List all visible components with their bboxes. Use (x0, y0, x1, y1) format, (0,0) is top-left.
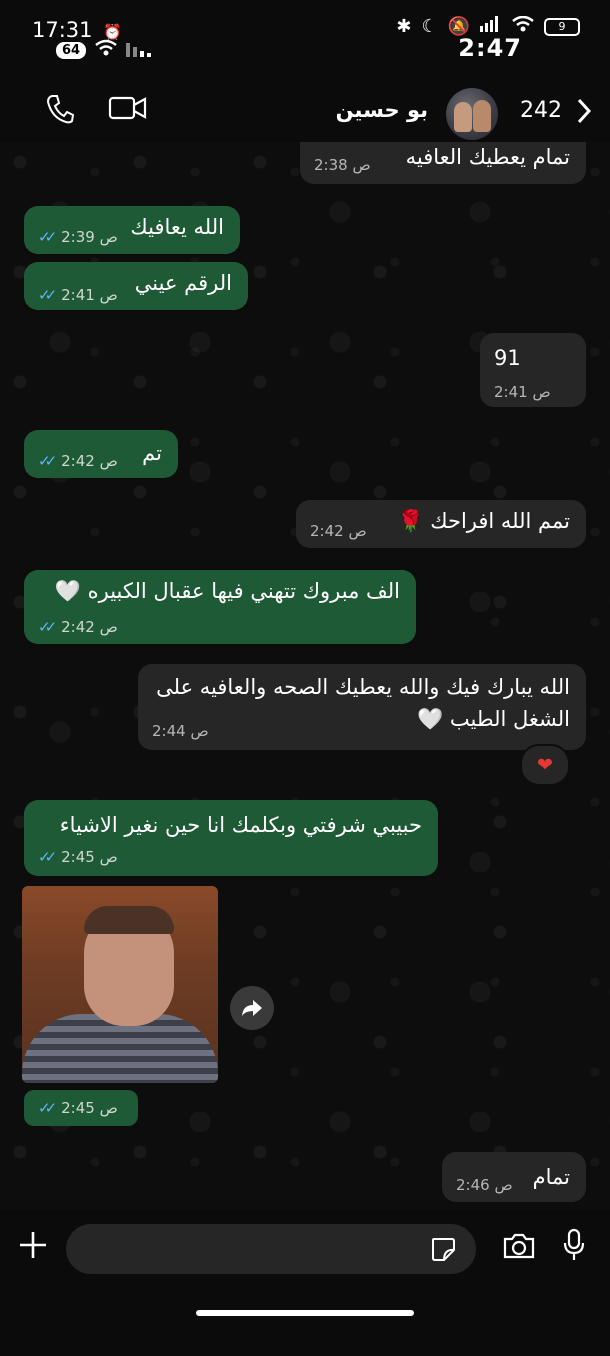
battery-icon: 9 (544, 17, 580, 36)
unread-count[interactable]: 242 (520, 98, 562, 123)
status-left: 17:31 ⏰ 64 (32, 18, 152, 59)
signal-icon (126, 38, 156, 62)
plus-icon[interactable] (18, 1230, 48, 1264)
message-bubble[interactable]: تم ✓✓ 2:42 ص (24, 430, 178, 478)
message-meta: ✓✓ 2:39 ص (38, 228, 118, 246)
message-text: تم (142, 441, 162, 465)
status-time-right: 2:47 (458, 34, 522, 62)
image-message[interactable] (22, 886, 218, 1083)
status-badge: 64 (56, 41, 87, 59)
sticker-icon[interactable] (430, 1236, 456, 1266)
message-meta: ✓✓ 2:45 ص (38, 848, 118, 866)
message-bubble[interactable]: تمام 2:46 ص (442, 1152, 586, 1202)
message-bubble[interactable]: تمام يعطيك العافيه 2:38 ص (300, 142, 586, 184)
message-text: الله يعافيك (130, 215, 224, 239)
moon-icon: ☾ (421, 16, 438, 37)
message-time: 2:39 ص (61, 228, 118, 246)
read-tick-icon: ✓✓ (38, 618, 57, 636)
message-meta: ✓✓ 2:42 ص (38, 452, 118, 470)
message-text: تمام يعطيك العافيه (405, 145, 570, 169)
message-text: تمام (532, 1165, 570, 1189)
message-text: 91 (494, 346, 521, 370)
message-time: 2:46 ص (456, 1176, 513, 1194)
message-time: 2:42 ص (310, 522, 367, 540)
message-time: 2:45 ص (61, 848, 118, 866)
phone-icon[interactable] (46, 94, 75, 128)
message-time: 2:42 ص (61, 452, 118, 470)
contact-name[interactable]: بو حسين (336, 98, 428, 122)
status-bar: 17:31 ⏰ 64 ✱ ☾ 🔕 9 2:47 (0, 0, 610, 70)
message-bubble[interactable]: 91 2:41 ص (480, 333, 586, 407)
message-text-line1: الله يبارك فيك والله يعطيك الصحه والعافي… (156, 675, 570, 699)
message-time: 2:41 ص (61, 286, 118, 304)
status-row2: 64 (56, 38, 156, 62)
home-indicator[interactable] (196, 1310, 414, 1316)
message-meta: ✓✓ 2:42 ص (38, 618, 118, 636)
chat-header: بو حسين 242 (0, 70, 610, 150)
message-bubble[interactable]: الله يبارك فيك والله يعطيك الصحه والعافي… (138, 664, 586, 750)
message-text-line2: الشغل الطيب 🤍 (417, 707, 570, 731)
message-text: حبيبي شرفتي وبكلمك انا حين نغير الاشياء (59, 813, 422, 837)
message-time: 2:38 ص (314, 156, 371, 174)
video-icon[interactable] (108, 94, 148, 126)
message-time: 2:44 ص (152, 722, 209, 740)
message-meta: ✓✓ 2:41 ص (38, 286, 118, 304)
message-bubble[interactable]: حبيبي شرفتي وبكلمك انا حين نغير الاشياء … (24, 800, 438, 876)
avatar[interactable] (446, 88, 498, 140)
composer-bar (0, 1210, 610, 1356)
forward-icon[interactable] (230, 986, 274, 1030)
back-chevron-icon[interactable] (576, 98, 592, 128)
message-bubble[interactable]: الف مبروك تتهني فيها عقبال الكبيره 🤍 ✓✓ 2… (24, 570, 416, 644)
read-tick-icon: ✓✓ (38, 1099, 57, 1117)
message-bubble[interactable]: تمم الله افراحك 🌹 2:42 ص (296, 500, 586, 548)
wifi-icon (94, 38, 118, 62)
reaction-heart[interactable]: ❤ (520, 744, 570, 786)
read-tick-icon: ✓✓ (38, 228, 57, 246)
image-message-meta: ✓✓ 2:45 ص (24, 1090, 138, 1126)
message-time: 2:42 ص (61, 618, 118, 636)
message-input[interactable] (66, 1224, 476, 1274)
read-tick-icon: ✓✓ (38, 848, 57, 866)
message-meta: ✓✓ 2:45 ص (38, 1099, 118, 1117)
message-bubble[interactable]: الله يعافيك ✓✓ 2:39 ص (24, 206, 240, 254)
read-tick-icon: ✓✓ (38, 452, 57, 470)
read-tick-icon: ✓✓ (38, 286, 57, 304)
message-text: الف مبروك تتهني فيها عقبال الكبيره 🤍 (54, 579, 400, 603)
message-text: الرقم عيني (134, 271, 232, 295)
message-bubble[interactable]: الرقم عيني ✓✓ 2:41 ص (24, 262, 248, 310)
camera-icon[interactable] (502, 1232, 536, 1264)
message-time: 2:41 ص (494, 383, 551, 401)
mic-icon[interactable] (562, 1228, 586, 1266)
bluetooth-icon: ✱ (396, 16, 412, 37)
message-time: 2:45 ص (61, 1099, 118, 1117)
message-text: تمم الله افراحك 🌹 (397, 509, 570, 533)
